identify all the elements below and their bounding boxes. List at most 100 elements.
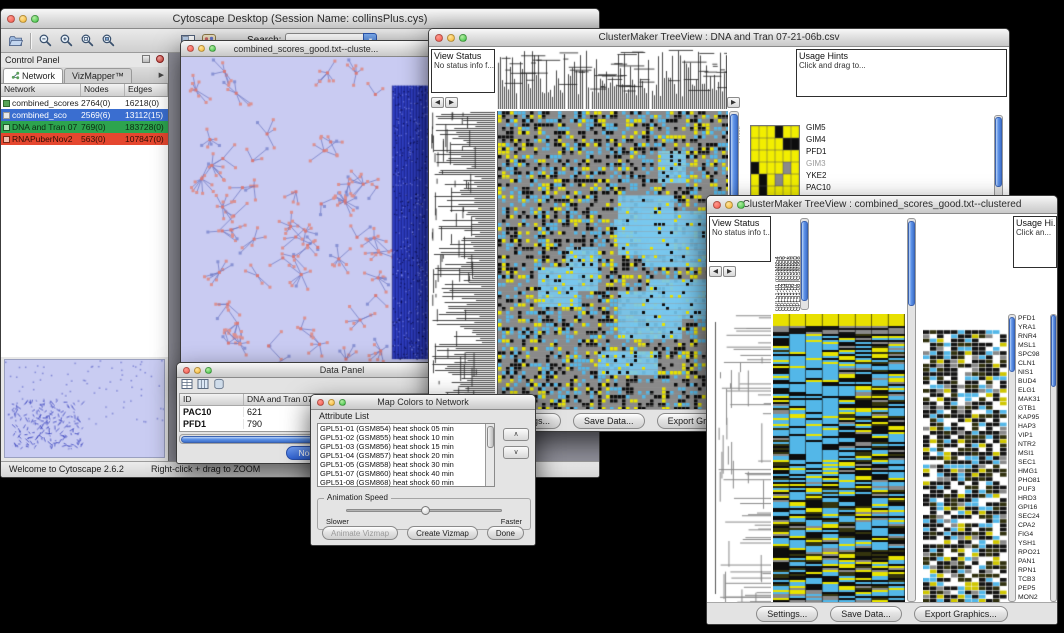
treeview-dna-titlebar[interactable]: ClusterMaker TreeView : DNA and Tran 07-… <box>429 29 1009 47</box>
select-attributes-icon[interactable] <box>181 377 193 395</box>
gene-label[interactable]: MSL1 <box>1018 341 1048 350</box>
gene-label[interactable]: MAK31 <box>1018 395 1048 404</box>
main-window-titlebar[interactable]: Cytoscape Desktop (Session Name: collins… <box>1 9 599 29</box>
dialog-button[interactable]: Animate Vizmap <box>322 526 398 540</box>
scroll-left-icon[interactable]: ◀ <box>431 97 444 108</box>
vertical-scrollbar[interactable] <box>485 424 494 486</box>
maximize-icon[interactable] <box>339 399 346 406</box>
gene-label[interactable]: SEC1 <box>1018 458 1048 467</box>
scrollbar-thumb[interactable] <box>487 426 494 448</box>
maximize-icon[interactable] <box>737 201 745 209</box>
float-panel-icon[interactable] <box>142 55 150 63</box>
attribute-list-item[interactable]: GPL51-04 (GSM857) heat shock 20 min <box>318 451 494 460</box>
network-list-row[interactable]: combined_scores 2764(0) 16218(0) <box>1 97 168 109</box>
vertical-scrollbar[interactable] <box>800 218 809 310</box>
move-down-button[interactable]: ∨ <box>503 446 529 459</box>
row-dendrogram-canvas[interactable] <box>431 111 495 411</box>
gene-label[interactable]: RNR4 <box>1018 332 1048 341</box>
treeview-button[interactable]: Save Data... <box>830 606 902 622</box>
column-header[interactable]: ID <box>180 394 244 405</box>
network-view-titlebar[interactable]: combined_scores_good.txt--cluste... <box>181 41 431 57</box>
gene-label[interactable]: KAP95 <box>1018 413 1048 422</box>
gene-label[interactable]: HRD3 <box>1018 494 1048 503</box>
zoom-fit-icon[interactable] <box>79 32 96 49</box>
column-dendrogram-canvas[interactable] <box>497 49 727 109</box>
heatmap-canvas[interactable] <box>773 314 905 602</box>
move-up-button[interactable]: ∧ <box>503 428 529 441</box>
row-dendrogram-canvas[interactable] <box>709 314 771 602</box>
gene-label[interactable]: CPA2 <box>1018 521 1048 530</box>
gene-label[interactable]: GPI16 <box>1018 503 1048 512</box>
control-panel-tab[interactable]: Network <box>3 68 63 83</box>
minimize-icon[interactable] <box>328 399 335 406</box>
attribute-batch-icon[interactable] <box>213 377 225 395</box>
gene-label[interactable]: PFD1 <box>1018 314 1048 323</box>
network-list-row[interactable]: RNAPuberNov2 563(0) 107847(0) <box>1 133 168 145</box>
similarity-matrix-canvas[interactable] <box>750 125 800 199</box>
gene-label[interactable]: PUF3 <box>1018 485 1048 494</box>
tab-overflow-icon[interactable]: ▶ <box>159 71 164 79</box>
gene-label[interactable]: GIM5 <box>806 122 831 134</box>
scrollbar-thumb[interactable] <box>1009 317 1015 372</box>
attribute-listbox[interactable]: GPL51-01 (GSM854) heat shock 05 minGPL51… <box>317 423 495 487</box>
column-label[interactable]: GPL51-08 (GSM868 <box>796 218 799 311</box>
zoom-in-icon[interactable] <box>58 32 75 49</box>
close-icon[interactable] <box>183 367 190 374</box>
minimize-icon[interactable] <box>194 367 201 374</box>
gene-label[interactable]: PAC10 <box>806 182 831 194</box>
gene-label[interactable]: PFD1 <box>806 146 831 158</box>
treeview-button[interactable]: Settings... <box>756 606 818 622</box>
gene-label[interactable]: SPC98 <box>1018 350 1048 359</box>
network-list-row[interactable]: combined_sco 2569(6) 13112(15) <box>1 109 168 121</box>
attribute-list-item[interactable]: GPL51-05 (GSM858) heat shock 30 min <box>318 460 494 469</box>
close-icon[interactable] <box>435 34 443 42</box>
zoom-selected-icon[interactable] <box>100 32 117 49</box>
attribute-list-item[interactable]: GPL51-07 (GSM860) heat shock 40 min <box>318 469 494 478</box>
scrollbar-thumb[interactable] <box>801 221 808 301</box>
scrollbar-thumb[interactable] <box>908 221 915 306</box>
network-canvas[interactable] <box>181 57 431 375</box>
map-colors-titlebar[interactable]: Map Colors to Network <box>311 395 535 410</box>
attribute-list-item[interactable]: GPL51-02 (GSM855) heat shock 10 min <box>318 433 494 442</box>
vertical-scrollbar[interactable] <box>1050 314 1057 602</box>
gene-label[interactable]: RPN1 <box>1018 566 1048 575</box>
close-panel-icon[interactable] <box>156 55 164 63</box>
gene-label[interactable]: MSI1 <box>1018 449 1048 458</box>
gene-label[interactable]: PHO81 <box>1018 476 1048 485</box>
treeview-combined-titlebar[interactable]: ClusterMaker TreeView : combined_scores_… <box>707 196 1057 214</box>
network-overview-thumbnail[interactable] <box>4 359 165 458</box>
control-panel-tab[interactable]: VizMapper™ <box>64 68 132 83</box>
create-attribute-icon[interactable] <box>197 377 209 395</box>
gene-label[interactable]: GIM3 <box>806 158 831 170</box>
scroll-left-icon[interactable]: ◀ <box>709 266 722 277</box>
gene-label[interactable]: BUD4 <box>1018 377 1048 386</box>
maximize-icon[interactable] <box>31 15 39 23</box>
heatmap-canvas[interactable] <box>497 111 728 411</box>
scrollbar-thumb[interactable] <box>995 117 1002 187</box>
slider-thumb[interactable] <box>421 506 430 515</box>
gene-label[interactable]: PEP5 <box>1018 584 1048 593</box>
treeview-button[interactable]: Export Graphics... <box>914 606 1008 622</box>
column-header[interactable]: Nodes <box>81 84 125 96</box>
gene-label[interactable]: HMG1 <box>1018 467 1048 476</box>
gene-label[interactable]: HAP3 <box>1018 422 1048 431</box>
maximize-icon[interactable] <box>205 367 212 374</box>
scroll-right-icon[interactable]: ▶ <box>723 266 736 277</box>
treeview-button[interactable]: Save Data... <box>573 413 645 429</box>
gene-label[interactable]: PAN1 <box>1018 557 1048 566</box>
gene-label[interactable]: YRA1 <box>1018 323 1048 332</box>
maximize-icon[interactable] <box>209 45 216 52</box>
minimize-icon[interactable] <box>198 45 205 52</box>
gene-label[interactable]: YKE2 <box>806 170 831 182</box>
gene-label[interactable]: MON2 <box>1018 593 1048 602</box>
gene-label[interactable]: GTB1 <box>1018 404 1048 413</box>
dialog-button[interactable]: Create Vizmap <box>407 526 478 540</box>
attribute-list-item[interactable]: GPL51-01 (GSM854) heat shock 05 min <box>318 424 494 433</box>
close-icon[interactable] <box>187 45 194 52</box>
minimize-icon[interactable] <box>19 15 27 23</box>
vertical-scrollbar[interactable] <box>1008 314 1016 602</box>
gene-label[interactable]: YSH1 <box>1018 539 1048 548</box>
attribute-list-item[interactable]: GPL51-08 (GSM868) heat shock 60 min <box>318 478 494 487</box>
gene-label[interactable]: GIM4 <box>806 134 831 146</box>
gene-label[interactable]: FIG4 <box>1018 530 1048 539</box>
